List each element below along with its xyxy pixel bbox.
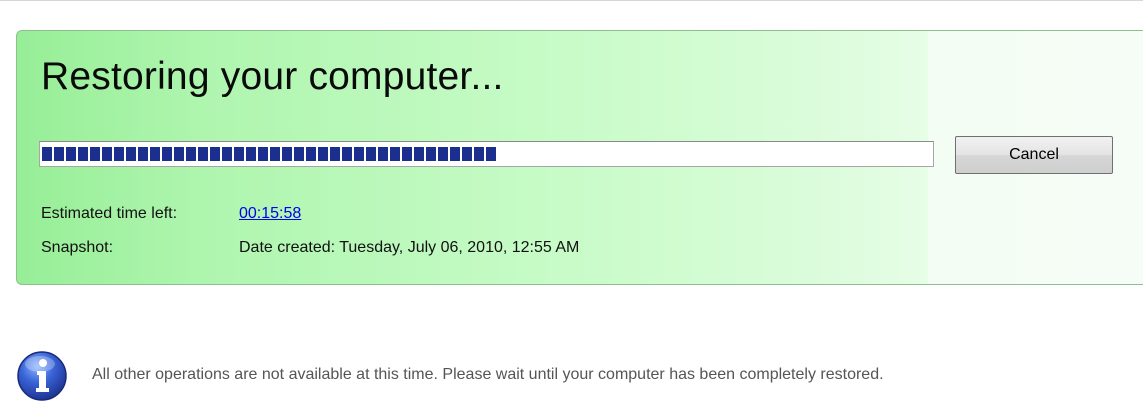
top-divider xyxy=(0,0,1143,1)
page-title: Restoring your computer... xyxy=(41,55,504,98)
restore-progress-fill xyxy=(42,147,496,161)
cancel-button[interactable]: Cancel xyxy=(955,136,1113,174)
restore-status-panel: Restoring your computer... Cancel Estima… xyxy=(16,30,1143,285)
estimated-time-link[interactable]: 00:15:58 xyxy=(239,205,301,222)
notice-text: All other operations are not available a… xyxy=(92,366,884,383)
restore-progress-bar xyxy=(39,141,934,167)
estimated-time-label: Estimated time left: xyxy=(41,205,178,222)
snapshot-date: Date created: Tuesday, July 06, 2010, 12… xyxy=(239,239,580,256)
snapshot-label: Snapshot: xyxy=(41,239,114,256)
restore-window: Restoring your computer... Cancel Estima… xyxy=(0,0,1143,408)
info-icon xyxy=(17,351,67,401)
